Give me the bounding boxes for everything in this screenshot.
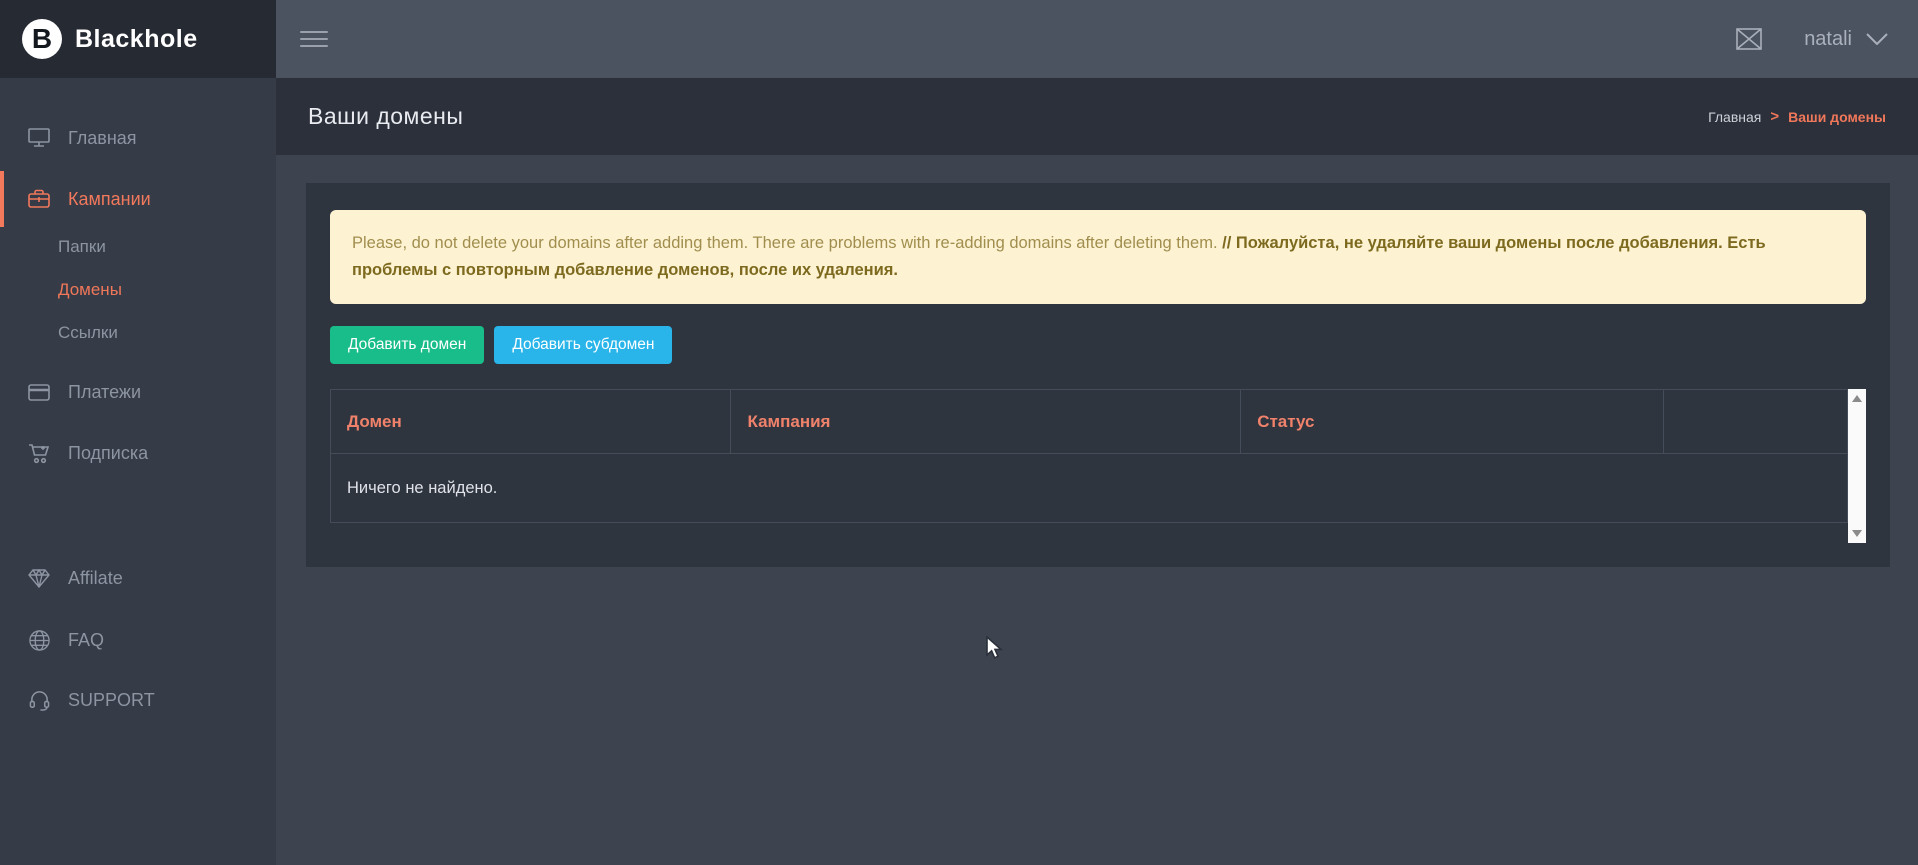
mail-icon[interactable]	[1736, 28, 1762, 50]
column-header-status: Статус	[1241, 390, 1664, 454]
credit-card-icon	[27, 380, 51, 404]
sidebar-item-campaigns[interactable]: Кампании	[0, 171, 276, 227]
top-bar-main: natali	[276, 0, 1918, 78]
breadcrumb-current: Ваши домены	[1788, 109, 1886, 125]
top-bar-right: natali	[1736, 28, 1888, 51]
gem-icon	[27, 566, 51, 590]
top-bar: B Blackhole natali	[0, 0, 1918, 78]
monitor-icon	[27, 126, 51, 150]
add-domain-button[interactable]: Добавить домен	[330, 326, 484, 364]
sidebar-item-label: Главная	[68, 128, 137, 149]
empty-state-text: Ничего не найдено.	[331, 454, 1848, 523]
sidebar-item-subscription[interactable]: Подписка	[0, 431, 276, 475]
chevron-down-icon	[1866, 33, 1888, 45]
sidebar-item-folders[interactable]: Папки	[0, 225, 276, 269]
app-root: B Blackhole natali	[0, 0, 1918, 865]
user-name: natali	[1804, 28, 1852, 51]
sidebar-item-label: Домены	[58, 280, 122, 300]
main-layout: Главная Кампании Папки Домены Ссылки	[0, 78, 1918, 865]
alert-text-en: Please, do not delete your domains after…	[352, 234, 1218, 252]
sidebar-item-label: Папки	[58, 237, 106, 257]
sidebar-item-label: Подписка	[68, 443, 148, 464]
scrollbar-up-arrow[interactable]	[1848, 389, 1866, 407]
column-header-campaign: Кампания	[731, 390, 1241, 454]
scrollbar-down-arrow[interactable]	[1848, 525, 1866, 543]
blackhole-logo-icon: B	[22, 19, 62, 59]
sidebar-item-label: Кампании	[68, 189, 151, 210]
content-area: Ваши домены Главная > Ваши домены Please…	[276, 78, 1918, 865]
breadcrumb-separator-icon: >	[1770, 108, 1779, 125]
sidebar-item-label: Ссылки	[58, 323, 118, 343]
domains-table: Домен Кампания Статус Ничего не найдено.	[330, 389, 1848, 523]
brand-logo[interactable]: B Blackhole	[0, 0, 276, 78]
table-scrollbar[interactable]	[1848, 389, 1866, 543]
cart-plus-icon	[27, 441, 51, 465]
brand-name: Blackhole	[75, 25, 198, 54]
sidebar-item-support[interactable]: SUPPORT	[0, 678, 276, 722]
sidebar-item-affiliate[interactable]: Affilate	[0, 556, 276, 600]
sidebar-item-home[interactable]: Главная	[0, 116, 276, 160]
user-menu[interactable]: natali	[1804, 28, 1888, 51]
headset-icon	[27, 688, 51, 712]
page-title: Ваши домены	[308, 103, 463, 130]
breadcrumb-home-link[interactable]: Главная	[1708, 109, 1761, 125]
sidebar-item-payments[interactable]: Платежи	[0, 370, 276, 414]
sidebar: Главная Кампании Папки Домены Ссылки	[0, 78, 276, 865]
globe-icon	[27, 628, 51, 652]
table-empty-row: Ничего не найдено.	[331, 454, 1848, 523]
hamburger-menu-icon[interactable]	[300, 26, 328, 52]
briefcase-icon	[27, 187, 51, 211]
add-subdomain-button[interactable]: Добавить субдомен	[494, 326, 672, 364]
sidebar-item-domains[interactable]: Домены	[0, 268, 276, 312]
table-header-row: Домен Кампания Статус	[331, 390, 1848, 454]
domains-panel: Please, do not delete your domains after…	[306, 183, 1890, 567]
breadcrumb: Главная > Ваши домены	[1708, 108, 1886, 125]
column-header-actions	[1664, 390, 1848, 454]
sidebar-item-label: Affilate	[68, 568, 123, 589]
sidebar-item-label: SUPPORT	[68, 690, 155, 711]
sidebar-item-links[interactable]: Ссылки	[0, 311, 276, 355]
domains-table-area: Домен Кампания Статус Ничего не найдено.	[330, 389, 1866, 543]
page-title-bar: Ваши домены Главная > Ваши домены	[276, 78, 1918, 155]
column-header-domain: Домен	[331, 390, 731, 454]
action-buttons: Добавить домен Добавить субдомен	[330, 326, 1866, 364]
warning-alert: Please, do not delete your domains after…	[330, 210, 1866, 304]
sidebar-item-faq[interactable]: FAQ	[0, 618, 276, 662]
sidebar-item-label: Платежи	[68, 382, 141, 403]
sidebar-item-label: FAQ	[68, 630, 104, 651]
